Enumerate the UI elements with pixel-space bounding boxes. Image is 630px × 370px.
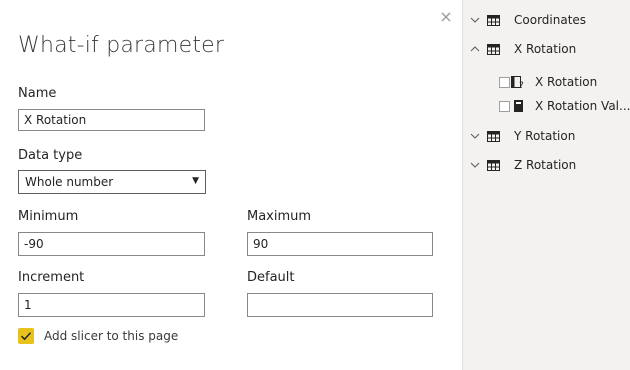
parameter-icon: ? [511, 76, 524, 89]
table-icon [487, 160, 500, 171]
chevron-up-icon[interactable] [470, 44, 480, 54]
increment-label: Increment [18, 270, 85, 285]
tree-item-label: Y Rotation [514, 129, 576, 143]
field-checkbox[interactable] [499, 77, 510, 88]
field-label: X Rotation Val... [535, 99, 630, 113]
chevron-down-icon[interactable] [470, 160, 480, 170]
add-slicer-checkbox[interactable] [18, 328, 34, 344]
minimum-label: Minimum [18, 209, 79, 224]
field-checkbox[interactable] [499, 101, 510, 112]
tree-item-label: X Rotation [514, 42, 577, 56]
table-icon [487, 15, 500, 26]
what-if-parameter-dialog: × What-if parameter Name Data type Whole… [0, 0, 462, 370]
chevron-down-icon[interactable] [470, 15, 480, 25]
chevron-down-icon[interactable] [470, 131, 480, 141]
default-label: Default [247, 270, 295, 285]
checkmark-icon [20, 332, 32, 341]
close-button[interactable]: × [438, 9, 454, 25]
fields-pane: Coordinates X Rotation ? X Rotation X Ro… [462, 0, 630, 370]
table-icon [487, 44, 500, 55]
name-label: Name [18, 86, 57, 101]
data-type-select[interactable]: Whole number ▼ [18, 170, 206, 194]
svg-text:?: ? [519, 81, 524, 89]
minimum-field[interactable] [18, 232, 205, 256]
maximum-field[interactable] [247, 232, 433, 256]
name-field[interactable] [18, 109, 205, 131]
table-icon [487, 131, 500, 142]
field-label: X Rotation [535, 75, 598, 89]
maximum-label: Maximum [247, 209, 312, 224]
increment-field[interactable] [18, 293, 205, 317]
chevron-down-icon: ▼ [192, 176, 199, 186]
data-type-value: Whole number [25, 175, 114, 189]
data-type-label: Data type [18, 148, 83, 163]
tree-item-label: Z Rotation [514, 158, 577, 172]
default-field[interactable] [247, 293, 433, 317]
tree-item-label: Coordinates [514, 13, 587, 27]
dialog-title: What-if parameter [18, 33, 225, 58]
calculator-icon [514, 100, 523, 112]
add-slicer-label: Add slicer to this page [44, 329, 179, 343]
